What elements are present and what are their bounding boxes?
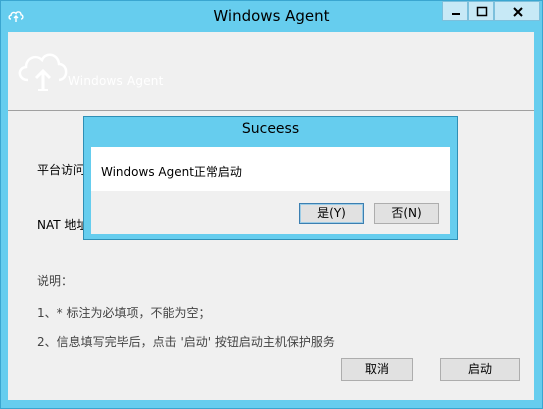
minimize-icon <box>452 13 460 15</box>
nat-address-label: NAT 地址 <box>37 218 89 232</box>
yes-button[interactable]: 是(Y) <box>299 203 364 224</box>
close-button[interactable] <box>494 1 540 21</box>
notes-heading: 说明： <box>37 274 74 288</box>
maximize-button[interactable] <box>468 1 494 21</box>
dialog-message-area: Windows Agent正常启动 <box>91 147 450 191</box>
platform-label: 平台访问 <box>37 163 86 177</box>
cancel-button[interactable]: 取消 <box>341 358 413 381</box>
success-dialog: Suceess Windows Agent正常启动 是(Y) 否(N) <box>83 116 458 240</box>
notes-line-2: 2、信息填写完毕后，点击 '启动' 按钮启动主机保护服务 <box>37 335 335 349</box>
cloud-upload-logo-icon <box>14 40 72 98</box>
start-button[interactable]: 启动 <box>440 358 520 381</box>
notes-line-1: 1、* 标注为必填项，不能为空； <box>37 306 211 320</box>
minimize-button[interactable] <box>442 1 468 21</box>
dialog-message: Windows Agent正常启动 <box>101 165 242 179</box>
no-button[interactable]: 否(N) <box>374 203 439 224</box>
maximize-icon <box>476 6 488 17</box>
logo-area: Windows Agent <box>8 32 534 110</box>
title-bar[interactable]: Windows Agent <box>1 1 542 32</box>
dialog-body: Windows Agent正常启动 是(Y) 否(N) <box>91 147 450 234</box>
close-icon <box>513 7 523 17</box>
dialog-title: Suceess <box>241 121 300 137</box>
header-divider <box>8 110 534 111</box>
logo-text: Windows Agent <box>68 74 164 88</box>
